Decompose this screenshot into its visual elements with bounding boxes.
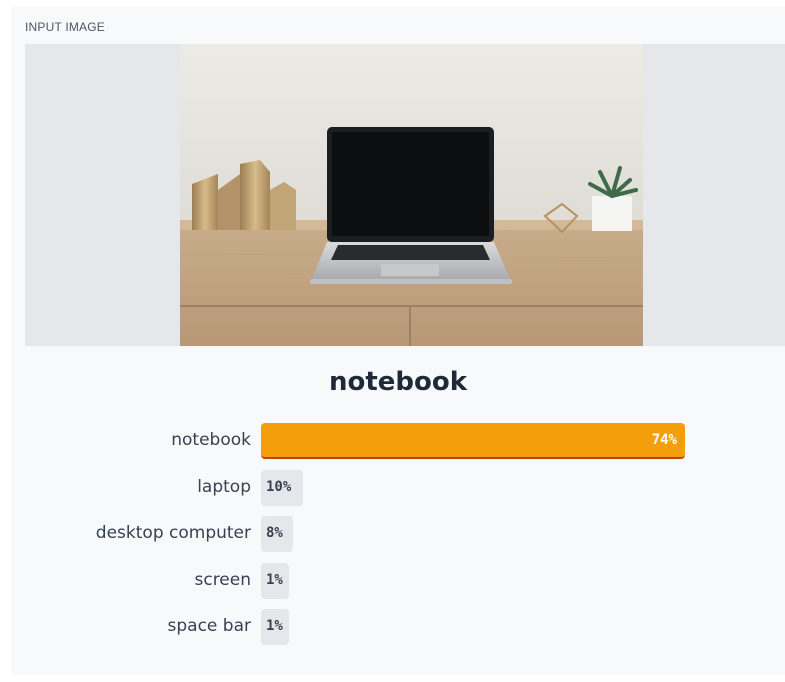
prediction-row: desktop computer 8%	[11, 516, 785, 552]
prediction-bar: 10%	[261, 470, 303, 506]
prediction-bar: 74%	[261, 423, 685, 459]
input-image-label: INPUT IMAGE	[25, 20, 105, 34]
prediction-percentage: 10%	[266, 479, 292, 495]
prediction-row: screen 1%	[11, 563, 785, 599]
prediction-label: space bar	[167, 616, 251, 636]
laptop-photo	[180, 44, 643, 346]
prediction-row: laptop 10%	[11, 470, 785, 506]
top-prediction-title: notebook	[328, 367, 468, 397]
prediction-row: space bar 1%	[11, 609, 785, 645]
prediction-percentage: 1%	[266, 618, 283, 634]
prediction-row: notebook 74%	[11, 423, 785, 459]
prediction-percentage: 1%	[266, 572, 283, 588]
input-image-area[interactable]	[25, 44, 785, 346]
prediction-label: laptop	[197, 477, 251, 497]
prediction-percentage: 74%	[651, 432, 677, 448]
prediction-label: screen	[194, 570, 251, 590]
prediction-bar: 1%	[261, 563, 289, 599]
prediction-bar: 8%	[261, 516, 293, 552]
prediction-percentage: 8%	[266, 525, 283, 541]
prediction-label: notebook	[171, 430, 251, 450]
prediction-bar: 1%	[261, 609, 289, 645]
prediction-label: desktop computer	[95, 523, 251, 543]
classification-panel: INPUT IMAGE notebook notebook 74% laptop…	[11, 7, 785, 675]
